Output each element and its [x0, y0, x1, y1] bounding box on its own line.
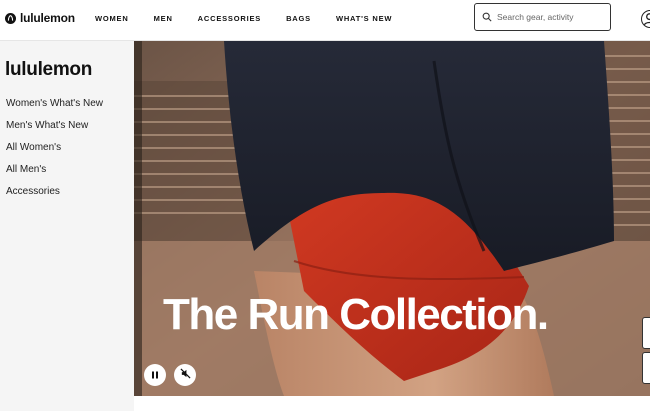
hero-scene-image [134, 41, 650, 396]
pause-icon [151, 366, 159, 384]
mute-button[interactable] [174, 364, 196, 386]
mute-icon [179, 366, 191, 384]
site-header: lululemon WOMEN MEN ACCESSORIES BAGS WHA… [0, 0, 650, 41]
nav-women[interactable]: WOMEN [95, 14, 129, 23]
sidebar-brand-title: lululemon [5, 59, 93, 80]
hero-headline: The Run Collection. [163, 290, 549, 339]
sidebar: lululemon Women's What's New Men's What'… [0, 41, 134, 411]
search-icon [482, 12, 492, 22]
pause-button[interactable] [144, 364, 166, 386]
main-nav: WOMEN MEN ACCESSORIES BAGS WHAT'S NEW [95, 14, 417, 23]
nav-men[interactable]: MEN [154, 14, 173, 23]
sidebar-link-mens-whats-new[interactable]: Men's What's New [6, 120, 88, 131]
carousel-next-button[interactable] [642, 317, 650, 349]
nav-bags[interactable]: BAGS [286, 14, 311, 23]
sidebar-link-womens-whats-new[interactable]: Women's What's New [6, 98, 103, 109]
sidebar-link-accessories[interactable]: Accessories [6, 186, 60, 197]
hero-video[interactable]: The Run Collection. [134, 41, 650, 396]
search-input[interactable] [497, 12, 607, 22]
search-box[interactable] [474, 3, 611, 31]
brand-logo[interactable]: lululemon [5, 11, 75, 25]
nav-accessories[interactable]: ACCESSORIES [198, 14, 261, 23]
lululemon-logo-icon [5, 12, 16, 24]
sidebar-link-all-mens[interactable]: All Men's [6, 164, 46, 175]
carousel-secondary-button[interactable] [642, 352, 650, 384]
account-icon[interactable] [641, 10, 650, 28]
content-below-hero [134, 396, 650, 411]
logo-text: lululemon [20, 11, 75, 25]
nav-whats-new[interactable]: WHAT'S NEW [336, 14, 392, 23]
sidebar-link-all-womens[interactable]: All Women's [6, 142, 61, 153]
